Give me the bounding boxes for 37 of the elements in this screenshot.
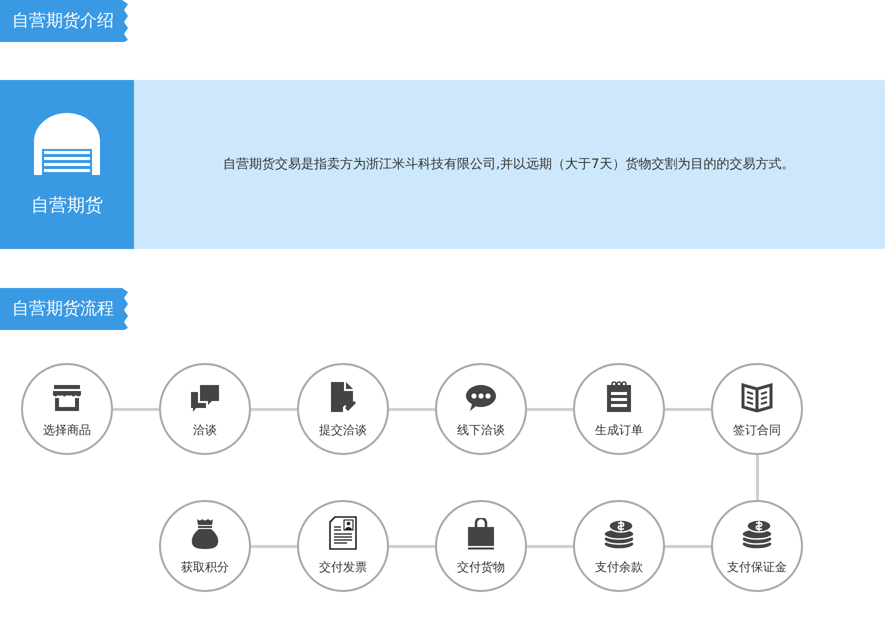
connector-line [251,408,297,410]
connector-line [389,544,435,548]
open-book-icon [740,383,774,413]
step-label: 交付发票 [319,559,367,576]
connector-line [665,408,711,410]
step-label: 支付保证金 [727,559,787,576]
connector-line [389,408,435,410]
step-label: 选择商品 [43,422,91,439]
step-label: 获取积分 [181,559,229,576]
step-label: 洽谈 [193,422,217,439]
connector-line [756,455,758,500]
step-label: 生成订单 [595,422,643,439]
connector-line [665,544,711,548]
step-label: 提交洽谈 [319,422,367,439]
garage-icon [34,112,100,174]
notepad-icon [605,381,633,413]
section-heading: 自营期货介绍 [0,0,128,42]
step-label: 交付货物 [457,559,505,576]
document-check-icon [328,381,358,413]
speech-bubble-icon [465,383,497,413]
resume-document-icon [329,516,357,550]
chat-icon [190,383,220,413]
shop-icon [52,383,82,413]
connector-line [113,408,159,410]
connector-line [527,544,573,548]
step-label: 签订合同 [733,422,781,439]
coins-icon [740,518,774,550]
step-label: 线下洽谈 [457,422,505,439]
money-bag-icon [191,518,219,550]
section-heading: 自营期货流程 [0,288,128,330]
card-title: 自营期货 [31,194,103,216]
description-text: 自营期货交易是指卖方为浙江米斗科技有限公司,并以远期（大于7天）货物交割为目的的交易方式。 [222,156,796,174]
coins-icon [602,518,636,550]
step-label: 支付余款 [595,559,643,576]
connector-line [251,544,297,548]
connector-line [527,408,573,410]
shopping-bag-icon [467,518,495,550]
